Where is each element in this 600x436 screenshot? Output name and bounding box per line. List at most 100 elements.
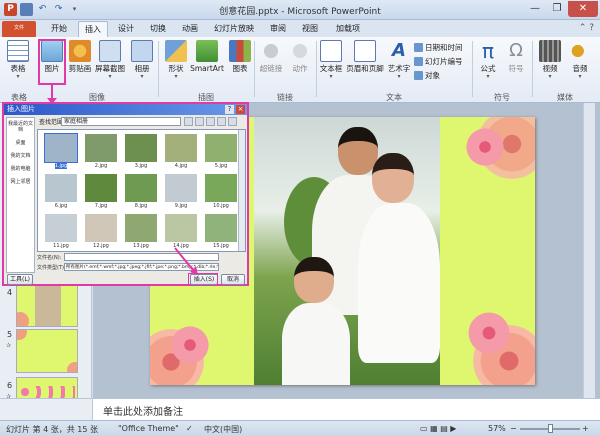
window-controls: — ❐ ✕ xyxy=(524,1,598,17)
file-item[interactable]: 1.jpg xyxy=(42,133,80,169)
file-item[interactable]: 11.jpg xyxy=(42,214,80,249)
tab-transitions[interactable]: 切换 xyxy=(144,21,172,37)
file-item[interactable]: 8.jpg xyxy=(122,174,160,209)
up-folder-icon[interactable] xyxy=(195,117,204,126)
views-icon[interactable] xyxy=(228,117,237,126)
wordart-button[interactable]: A 艺术字 ▾ xyxy=(386,40,412,80)
tab-addins[interactable]: 加载项 xyxy=(330,21,366,37)
album-icon xyxy=(131,40,153,62)
notes-pane[interactable]: 单击此处添加备注 xyxy=(93,398,600,420)
screenshot-button[interactable]: 屏幕截图 ▾ xyxy=(94,40,126,80)
zoom-slider-thumb[interactable] xyxy=(548,424,553,433)
hyperlink-button[interactable]: 超链接 xyxy=(256,40,286,74)
file-item[interactable]: 6.jpg xyxy=(42,174,80,209)
delete-icon[interactable] xyxy=(206,117,215,126)
equation-button[interactable]: π 公式 ▾ xyxy=(474,40,502,80)
group-separator xyxy=(254,41,255,97)
smartart-icon xyxy=(196,40,218,62)
insert-button-highlight xyxy=(188,273,218,286)
video-button[interactable]: 视频 ▾ xyxy=(536,40,564,80)
slide-thumbnail-5[interactable] xyxy=(16,329,78,373)
flower-decoration xyxy=(465,127,505,167)
header-footer-button[interactable]: 页眉和页脚 xyxy=(345,40,385,74)
slide-thumbnail-6[interactable] xyxy=(16,377,78,399)
album-button[interactable]: 相册 ▾ xyxy=(128,40,156,80)
language-status[interactable]: 中文(中国) xyxy=(204,424,242,435)
vertical-scrollbar[interactable] xyxy=(583,103,595,398)
file-list-scrollbar[interactable] xyxy=(238,130,245,251)
table-icon xyxy=(7,40,29,62)
file-item[interactable]: 3.jpg xyxy=(122,134,160,169)
table-button[interactable]: 表格 ▾ xyxy=(4,40,32,80)
tab-insert[interactable]: 插入 xyxy=(78,21,108,37)
chart-icon xyxy=(229,40,251,62)
dialog-close-button[interactable]: × xyxy=(236,105,245,114)
file-item[interactable]: 7.jpg xyxy=(82,174,120,209)
filetype-label: 文件类型(T): xyxy=(37,265,66,271)
notes-pane-spacer xyxy=(0,398,93,420)
zoom-level[interactable]: 57% xyxy=(488,424,506,433)
cancel-button[interactable]: 取消 xyxy=(221,274,245,285)
new-folder-icon[interactable] xyxy=(217,117,226,126)
smartart-button[interactable]: SmartArt xyxy=(190,40,224,74)
help-icon[interactable]: ⌃ ? xyxy=(579,23,594,33)
tab-view[interactable]: 视图 xyxy=(296,21,324,37)
photo-mother-head xyxy=(372,153,414,203)
clipart-button[interactable]: 剪贴画 xyxy=(66,40,94,74)
powerpoint-window: P ↶ ↷ ▾ 创意花园.pptx - Microsoft PowerPoint… xyxy=(0,0,600,436)
photo-mother-body xyxy=(358,203,440,363)
tab-review[interactable]: 审阅 xyxy=(264,21,292,37)
object-button[interactable]: 对象 xyxy=(414,70,440,81)
wordart-icon: A xyxy=(392,40,406,61)
look-in-select[interactable]: 家庭相册 xyxy=(61,117,181,126)
place-recent[interactable]: 我最近的文档 xyxy=(7,118,34,137)
action-button[interactable]: 动作 xyxy=(286,40,314,74)
close-button[interactable]: ✕ xyxy=(568,1,598,17)
chart-button[interactable]: 图表 xyxy=(226,40,254,74)
place-my-documents[interactable]: 我的文档 xyxy=(7,150,34,163)
shapes-button[interactable]: 形状 ▾ xyxy=(162,40,190,80)
tab-animations[interactable]: 动画 xyxy=(176,21,204,37)
file-item[interactable]: 14.jpg xyxy=(162,214,200,249)
calendar-icon xyxy=(414,43,423,52)
place-my-computer[interactable]: 我的电脑 xyxy=(7,163,34,176)
file-item[interactable]: 4.jpg xyxy=(162,134,200,169)
file-item[interactable]: 10.jpg xyxy=(202,174,240,209)
datetime-button[interactable]: 日期和时间 xyxy=(414,42,463,53)
tab-design[interactable]: 设计 xyxy=(112,21,140,37)
tab-home[interactable]: 开始 xyxy=(44,21,74,37)
spellcheck-icon[interactable]: ✓ xyxy=(186,424,193,433)
dialog-help-button[interactable]: ? xyxy=(225,105,234,114)
family-photo[interactable] xyxy=(254,117,440,385)
filename-input[interactable] xyxy=(64,253,219,261)
audio-button[interactable]: 音频 ▾ xyxy=(566,40,594,80)
tab-slideshow[interactable]: 幻灯片放映 xyxy=(210,21,258,37)
place-network[interactable]: 网上邻居 xyxy=(7,176,34,189)
zoom-out-icon[interactable]: − xyxy=(510,424,517,433)
minimize-button[interactable]: — xyxy=(524,1,546,17)
zoom-in-icon[interactable]: + xyxy=(582,424,589,433)
group-separator xyxy=(472,41,473,97)
tab-file[interactable]: 文件 xyxy=(2,21,36,37)
tools-button[interactable]: 工具(L) xyxy=(7,274,33,285)
maximize-button[interactable]: ❐ xyxy=(546,1,568,17)
back-icon[interactable] xyxy=(184,117,193,126)
slide-number-button[interactable]: 幻灯片编号 xyxy=(414,56,463,67)
theme-status[interactable]: "Office Theme" xyxy=(118,424,179,433)
thumb-photo xyxy=(35,284,61,326)
file-item[interactable]: 12.jpg xyxy=(82,214,120,249)
place-desktop[interactable]: 桌面 xyxy=(7,137,34,150)
file-item[interactable]: 2.jpg xyxy=(82,134,120,169)
file-item[interactable]: 5.jpg xyxy=(202,134,240,169)
filetype-select[interactable]: 所有图片(*.emf;*.wmf;*.jpg;*.jpeg;*.jfif;*.j… xyxy=(64,263,219,271)
speaker-icon xyxy=(569,40,591,62)
group-label-text: 文本 xyxy=(386,93,402,102)
file-item[interactable]: 15.jpg xyxy=(202,214,240,249)
textbox-button[interactable]: 文本框 ▾ xyxy=(318,40,344,80)
view-buttons[interactable]: ▭ ▦ ▤ ▶ xyxy=(420,424,456,433)
flower-decoration xyxy=(170,325,210,365)
file-item[interactable]: 9.jpg xyxy=(162,174,200,209)
slide-thumbnail-4[interactable] xyxy=(16,283,78,327)
symbol-button[interactable]: Ω 符号 xyxy=(502,40,530,74)
file-item[interactable]: 13.jpg xyxy=(122,214,160,249)
